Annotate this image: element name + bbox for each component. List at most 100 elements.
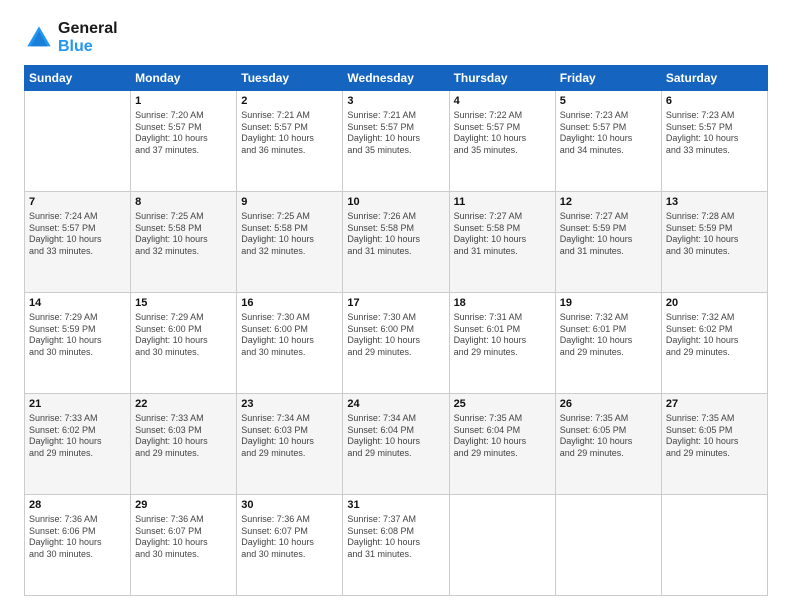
calendar-cell: 12Sunrise: 7:27 AM Sunset: 5:59 PM Dayli…	[555, 192, 661, 293]
calendar-cell: 29Sunrise: 7:36 AM Sunset: 6:07 PM Dayli…	[131, 495, 237, 596]
cell-info: Sunrise: 7:23 AM Sunset: 5:57 PM Dayligh…	[560, 110, 657, 157]
cell-info: Sunrise: 7:37 AM Sunset: 6:08 PM Dayligh…	[347, 514, 444, 561]
day-number: 14	[29, 296, 126, 311]
calendar-cell	[25, 91, 131, 192]
cell-info: Sunrise: 7:31 AM Sunset: 6:01 PM Dayligh…	[454, 312, 551, 359]
day-number: 2	[241, 94, 338, 109]
calendar-header-saturday: Saturday	[661, 66, 767, 91]
day-number: 24	[347, 397, 444, 412]
calendar-cell: 7Sunrise: 7:24 AM Sunset: 5:57 PM Daylig…	[25, 192, 131, 293]
calendar-week-4: 21Sunrise: 7:33 AM Sunset: 6:02 PM Dayli…	[25, 394, 768, 495]
calendar-cell	[661, 495, 767, 596]
calendar-cell: 28Sunrise: 7:36 AM Sunset: 6:06 PM Dayli…	[25, 495, 131, 596]
cell-info: Sunrise: 7:22 AM Sunset: 5:57 PM Dayligh…	[454, 110, 551, 157]
day-number: 16	[241, 296, 338, 311]
day-number: 17	[347, 296, 444, 311]
cell-info: Sunrise: 7:27 AM Sunset: 5:58 PM Dayligh…	[454, 211, 551, 258]
day-number: 19	[560, 296, 657, 311]
calendar-cell: 14Sunrise: 7:29 AM Sunset: 5:59 PM Dayli…	[25, 293, 131, 394]
cell-info: Sunrise: 7:30 AM Sunset: 6:00 PM Dayligh…	[347, 312, 444, 359]
calendar-cell: 16Sunrise: 7:30 AM Sunset: 6:00 PM Dayli…	[237, 293, 343, 394]
calendar-cell: 18Sunrise: 7:31 AM Sunset: 6:01 PM Dayli…	[449, 293, 555, 394]
header: General Blue	[24, 20, 768, 55]
calendar-header-wednesday: Wednesday	[343, 66, 449, 91]
calendar-cell: 6Sunrise: 7:23 AM Sunset: 5:57 PM Daylig…	[661, 91, 767, 192]
cell-info: Sunrise: 7:29 AM Sunset: 5:59 PM Dayligh…	[29, 312, 126, 359]
logo: General Blue	[24, 20, 118, 55]
calendar-cell: 9Sunrise: 7:25 AM Sunset: 5:58 PM Daylig…	[237, 192, 343, 293]
day-number: 12	[560, 195, 657, 210]
day-number: 30	[241, 498, 338, 513]
day-number: 3	[347, 94, 444, 109]
cell-info: Sunrise: 7:34 AM Sunset: 6:03 PM Dayligh…	[241, 413, 338, 460]
cell-info: Sunrise: 7:36 AM Sunset: 6:07 PM Dayligh…	[135, 514, 232, 561]
calendar-cell: 20Sunrise: 7:32 AM Sunset: 6:02 PM Dayli…	[661, 293, 767, 394]
cell-info: Sunrise: 7:33 AM Sunset: 6:03 PM Dayligh…	[135, 413, 232, 460]
day-number: 6	[666, 94, 763, 109]
calendar-cell: 22Sunrise: 7:33 AM Sunset: 6:03 PM Dayli…	[131, 394, 237, 495]
calendar-header-monday: Monday	[131, 66, 237, 91]
calendar-header-tuesday: Tuesday	[237, 66, 343, 91]
cell-info: Sunrise: 7:35 AM Sunset: 6:05 PM Dayligh…	[666, 413, 763, 460]
day-number: 20	[666, 296, 763, 311]
day-number: 26	[560, 397, 657, 412]
calendar-header-thursday: Thursday	[449, 66, 555, 91]
day-number: 28	[29, 498, 126, 513]
cell-info: Sunrise: 7:21 AM Sunset: 5:57 PM Dayligh…	[347, 110, 444, 157]
day-number: 10	[347, 195, 444, 210]
calendar-table: SundayMondayTuesdayWednesdayThursdayFrid…	[24, 65, 768, 596]
logo-icon	[24, 23, 54, 53]
day-number: 5	[560, 94, 657, 109]
cell-info: Sunrise: 7:20 AM Sunset: 5:57 PM Dayligh…	[135, 110, 232, 157]
calendar-week-5: 28Sunrise: 7:36 AM Sunset: 6:06 PM Dayli…	[25, 495, 768, 596]
calendar-cell: 21Sunrise: 7:33 AM Sunset: 6:02 PM Dayli…	[25, 394, 131, 495]
calendar-cell: 1Sunrise: 7:20 AM Sunset: 5:57 PM Daylig…	[131, 91, 237, 192]
page: General Blue SundayMondayTuesdayWednesda…	[0, 0, 792, 612]
day-number: 31	[347, 498, 444, 513]
calendar-cell	[449, 495, 555, 596]
cell-info: Sunrise: 7:24 AM Sunset: 5:57 PM Dayligh…	[29, 211, 126, 258]
day-number: 1	[135, 94, 232, 109]
cell-info: Sunrise: 7:23 AM Sunset: 5:57 PM Dayligh…	[666, 110, 763, 157]
cell-info: Sunrise: 7:29 AM Sunset: 6:00 PM Dayligh…	[135, 312, 232, 359]
calendar-header-friday: Friday	[555, 66, 661, 91]
day-number: 18	[454, 296, 551, 311]
calendar-cell: 30Sunrise: 7:36 AM Sunset: 6:07 PM Dayli…	[237, 495, 343, 596]
cell-info: Sunrise: 7:25 AM Sunset: 5:58 PM Dayligh…	[241, 211, 338, 258]
day-number: 15	[135, 296, 232, 311]
calendar-week-2: 7Sunrise: 7:24 AM Sunset: 5:57 PM Daylig…	[25, 192, 768, 293]
day-number: 23	[241, 397, 338, 412]
calendar-week-3: 14Sunrise: 7:29 AM Sunset: 5:59 PM Dayli…	[25, 293, 768, 394]
calendar-header-sunday: Sunday	[25, 66, 131, 91]
cell-info: Sunrise: 7:32 AM Sunset: 6:01 PM Dayligh…	[560, 312, 657, 359]
day-number: 25	[454, 397, 551, 412]
day-number: 4	[454, 94, 551, 109]
day-number: 8	[135, 195, 232, 210]
calendar-cell: 27Sunrise: 7:35 AM Sunset: 6:05 PM Dayli…	[661, 394, 767, 495]
cell-info: Sunrise: 7:28 AM Sunset: 5:59 PM Dayligh…	[666, 211, 763, 258]
day-number: 9	[241, 195, 338, 210]
cell-info: Sunrise: 7:36 AM Sunset: 6:06 PM Dayligh…	[29, 514, 126, 561]
day-number: 22	[135, 397, 232, 412]
day-number: 13	[666, 195, 763, 210]
calendar-cell: 4Sunrise: 7:22 AM Sunset: 5:57 PM Daylig…	[449, 91, 555, 192]
calendar-cell: 19Sunrise: 7:32 AM Sunset: 6:01 PM Dayli…	[555, 293, 661, 394]
calendar-cell	[555, 495, 661, 596]
cell-info: Sunrise: 7:26 AM Sunset: 5:58 PM Dayligh…	[347, 211, 444, 258]
calendar-cell: 15Sunrise: 7:29 AM Sunset: 6:00 PM Dayli…	[131, 293, 237, 394]
calendar-cell: 5Sunrise: 7:23 AM Sunset: 5:57 PM Daylig…	[555, 91, 661, 192]
day-number: 27	[666, 397, 763, 412]
calendar-cell: 24Sunrise: 7:34 AM Sunset: 6:04 PM Dayli…	[343, 394, 449, 495]
cell-info: Sunrise: 7:33 AM Sunset: 6:02 PM Dayligh…	[29, 413, 126, 460]
calendar-week-1: 1Sunrise: 7:20 AM Sunset: 5:57 PM Daylig…	[25, 91, 768, 192]
day-number: 29	[135, 498, 232, 513]
calendar-cell: 13Sunrise: 7:28 AM Sunset: 5:59 PM Dayli…	[661, 192, 767, 293]
calendar-cell: 10Sunrise: 7:26 AM Sunset: 5:58 PM Dayli…	[343, 192, 449, 293]
day-number: 7	[29, 195, 126, 210]
cell-info: Sunrise: 7:34 AM Sunset: 6:04 PM Dayligh…	[347, 413, 444, 460]
day-number: 11	[454, 195, 551, 210]
cell-info: Sunrise: 7:35 AM Sunset: 6:05 PM Dayligh…	[560, 413, 657, 460]
calendar-header-row: SundayMondayTuesdayWednesdayThursdayFrid…	[25, 66, 768, 91]
calendar-cell: 26Sunrise: 7:35 AM Sunset: 6:05 PM Dayli…	[555, 394, 661, 495]
calendar-cell: 25Sunrise: 7:35 AM Sunset: 6:04 PM Dayli…	[449, 394, 555, 495]
